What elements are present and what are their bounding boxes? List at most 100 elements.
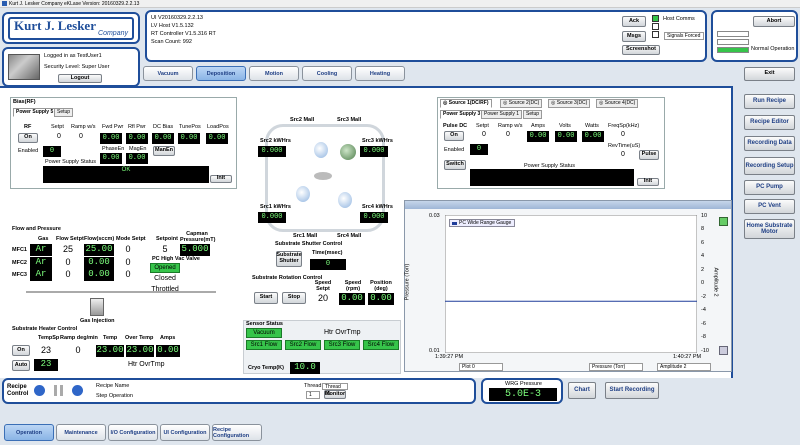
source-on-button[interactable]: On xyxy=(444,131,464,141)
status-panel: UI V20160329.2.2.13 LV Host V1.5.132 RT … xyxy=(145,10,707,62)
window-title: Kurt J. Lesker Company eKLase Version: 2… xyxy=(9,1,140,7)
heater-auto-value: 23 xyxy=(34,359,58,371)
src2-kwhrs-value: 0.000 xyxy=(258,146,286,157)
tab-power-supply-3[interactable]: Power Supply 3 xyxy=(440,110,484,119)
mfc2-gas: Ar xyxy=(30,257,52,269)
thread-selector[interactable]: 1 xyxy=(306,391,320,399)
rtick-6: -2 xyxy=(701,294,706,300)
capman-value: 5.000 xyxy=(180,244,210,256)
user-panel: Logged in as TestUser1 Security Level: S… xyxy=(2,47,140,87)
bias-rf-panel: Bias(RF) Power Supply 5 Setup RF On Enab… xyxy=(10,97,237,189)
exit-button[interactable]: Exit xyxy=(744,67,795,81)
rtick-0: 10 xyxy=(701,213,708,219)
plot-selector[interactable]: Plot 0 xyxy=(459,363,503,371)
switch-button[interactable]: Switch xyxy=(444,160,466,170)
tab-source-setup[interactable]: Setup xyxy=(523,110,543,119)
heater-auto-button[interactable]: Auto xyxy=(12,360,30,371)
rtick-10: -10 xyxy=(701,348,709,354)
nav-recipe-configuration[interactable]: Recipe Configuration xyxy=(212,424,262,441)
shutter-panel: Substrate Shutter Control Substrate Shut… xyxy=(272,241,362,273)
tab-source-3[interactable]: ◎ Source 3(DC) xyxy=(548,99,591,108)
source-setpt-value: 0 xyxy=(482,131,486,138)
channel-2-selector[interactable]: Amplitude 2 xyxy=(657,363,711,371)
rtick-7: -4 xyxy=(701,307,706,313)
graph-tool-icon-2[interactable] xyxy=(719,346,728,355)
tab-deposition[interactable]: Deposition xyxy=(196,66,246,81)
nav-maintenance[interactable]: Maintenance xyxy=(56,424,106,441)
mfc3-mode: 0 xyxy=(125,269,131,279)
tab-source-2[interactable]: ◎ Source 2(DC) xyxy=(500,99,543,108)
play-icon[interactable] xyxy=(72,385,83,396)
heater-overtemp-value: 23.00 xyxy=(126,345,154,357)
tab-motion[interactable]: Motion xyxy=(249,66,299,81)
man-en-button[interactable]: ManEn xyxy=(153,146,175,156)
substrate-icon xyxy=(314,172,332,180)
rtick-9: -8 xyxy=(701,334,706,340)
pc-vent-button[interactable]: PC Vent xyxy=(744,199,795,214)
cryo-temp-label: Cryo Temp(K) xyxy=(248,365,284,371)
bias-init-button[interactable]: Init xyxy=(210,175,232,183)
run-recipe-button[interactable]: Run Recipe xyxy=(744,94,795,109)
tab-power-supply-1[interactable]: Power Supply 1 xyxy=(481,110,523,119)
mag-en-label: MagEn xyxy=(129,146,147,152)
tab-power-supply-5[interactable]: Power Supply 5 xyxy=(13,108,57,117)
tab-vacuum[interactable]: Vacuum xyxy=(143,66,193,81)
tab-source-1[interactable]: ◎ Source 1(DC/RF) xyxy=(440,99,492,108)
rotation-start-button[interactable]: Start xyxy=(254,292,278,304)
msgs-button[interactable]: Msgs xyxy=(622,31,646,42)
lv-version: LV Host V1.5.132 xyxy=(151,23,194,29)
src3-flow-indicator: Src3 Flow xyxy=(324,340,360,350)
bias-setpt-header: Setpt xyxy=(51,124,64,130)
ack-button[interactable]: Ack xyxy=(622,16,646,27)
step-operation-label: Step Operation xyxy=(96,393,133,399)
recording-data-button[interactable]: Recording Data xyxy=(744,136,795,151)
pc-pump-button[interactable]: PC Pump xyxy=(744,180,795,195)
wrg-label: WRG Pressure xyxy=(505,381,542,387)
rf-on-button[interactable]: On xyxy=(18,133,38,143)
heater-on-button[interactable]: On xyxy=(12,345,30,356)
tool-photo xyxy=(8,54,40,80)
nav-operation[interactable]: Operation xyxy=(4,424,54,441)
tab-heating[interactable]: Heating xyxy=(355,66,405,81)
nav-io-configuration[interactable]: I/O Configuration xyxy=(108,424,158,441)
logo-name: Kurt J. Lesker xyxy=(14,18,96,33)
start-recording-button[interactable]: Start Recording xyxy=(605,382,659,399)
normal-operation-label: Normal Operation xyxy=(751,46,795,52)
pause-icon[interactable] xyxy=(54,385,63,396)
rotation-stop-button[interactable]: Stop xyxy=(282,292,306,304)
mfc2-setpt: 0 xyxy=(65,257,71,267)
graph-tool-icon-1[interactable] xyxy=(719,217,728,226)
pulse-button[interactable]: Pulse xyxy=(639,150,659,160)
mfc3-gas: Ar xyxy=(30,269,52,281)
window-title-bar: Kurt J. Lesker Company eKLase Version: 2… xyxy=(0,0,800,8)
channel-1-selector[interactable]: Pressure (Torr) xyxy=(589,363,643,371)
mfc1-setpt: 25 xyxy=(62,244,73,254)
mfc3-flow: 0.00 xyxy=(84,269,114,281)
rotation-speed-header: Speed (rpm) xyxy=(344,280,362,292)
tab-source-4[interactable]: ◎ Source 4(DC) xyxy=(596,99,639,108)
recording-setup-button[interactable]: Recording Setup xyxy=(744,157,795,175)
logout-button[interactable]: Logout xyxy=(58,74,102,83)
home-substrate-motor-button[interactable]: Home Substrate Motor xyxy=(744,219,795,239)
src3-kwhrs-label: Src3 kWHrs xyxy=(362,138,393,144)
source-ramp-header: Ramp w/s xyxy=(498,123,523,129)
substrate-shutter-button[interactable]: Substrate Shutter xyxy=(276,251,302,267)
recipe-editor-button[interactable]: Recipe Editor xyxy=(744,115,795,130)
rtick-1: 8 xyxy=(701,226,705,232)
source-watts-header: Watts xyxy=(585,123,599,129)
tab-bias-setup[interactable]: Setup xyxy=(54,108,74,117)
vacuum-indicator: Vacuum xyxy=(246,328,282,338)
host-comms-indicator-3 xyxy=(652,31,659,38)
bias-status-label: Power Supply Status xyxy=(45,159,97,165)
nav-ui-configuration[interactable]: UI Configuration xyxy=(160,424,210,441)
tab-cooling[interactable]: Cooling xyxy=(302,66,352,81)
pulse-dc-label: Pulse DC xyxy=(443,123,468,129)
source-panel: ◎ Source 1(DC/RF) ◎ Source 2(DC) ◎ Sourc… xyxy=(437,97,665,189)
chart-button[interactable]: Chart xyxy=(568,382,596,399)
heater-ramp-header: Ramp deg/min xyxy=(60,335,98,341)
screenshot-button[interactable]: Screenshot xyxy=(622,45,660,55)
abort-button[interactable]: Abort xyxy=(753,16,795,27)
heater-tempsp-header: TempSp xyxy=(38,335,60,341)
source-init-button[interactable]: Init xyxy=(637,178,659,186)
stop-icon[interactable] xyxy=(34,385,45,396)
